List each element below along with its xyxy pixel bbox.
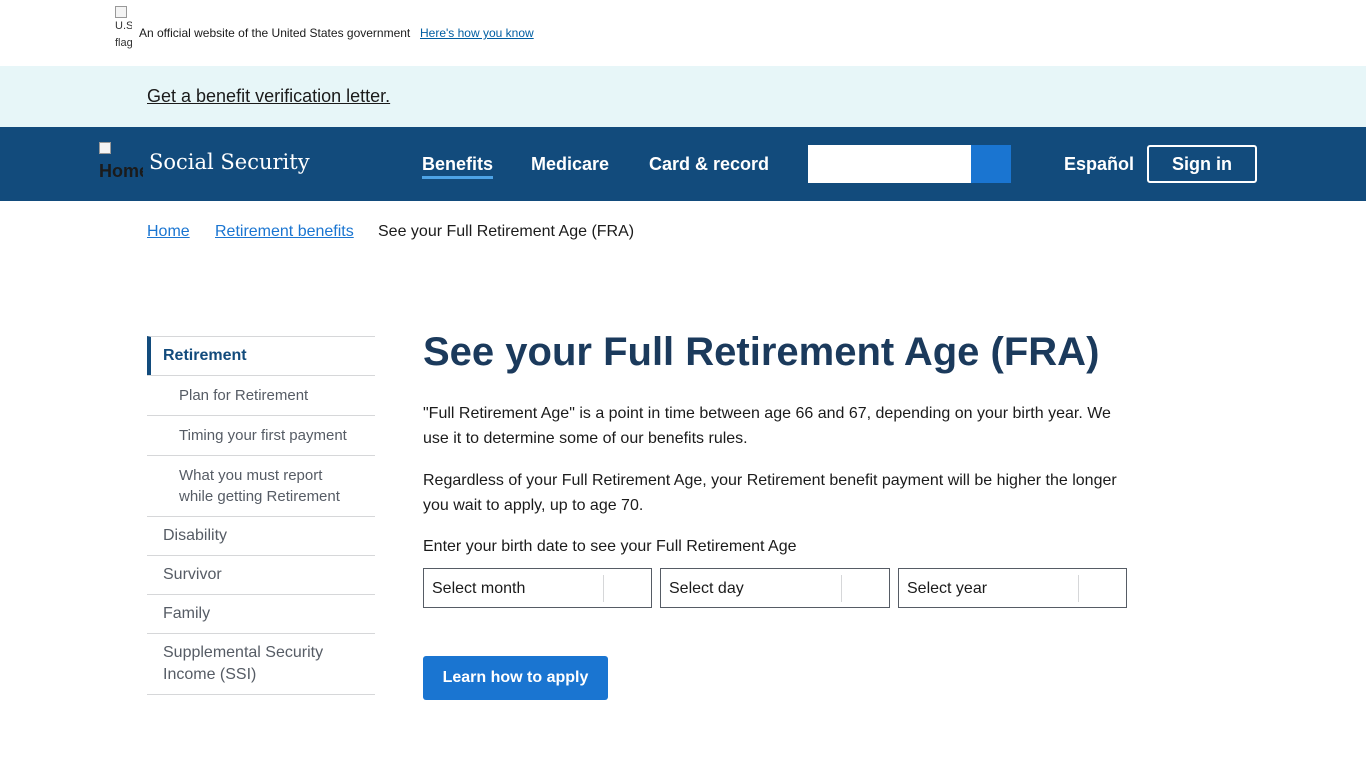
select-year-label: Select year xyxy=(907,580,988,597)
breadcrumb-current: See your Full Retirement Age (FRA) xyxy=(378,223,635,240)
benefit-paragraph: Regardless of your Full Retirement Age, … xyxy=(423,472,1117,514)
sidenav-item-ssi[interactable]: Supplemental Security Income (SSI) xyxy=(147,633,375,694)
sign-in-button[interactable]: Sign in xyxy=(1147,145,1257,183)
select-year[interactable]: Select year xyxy=(898,568,1127,608)
select-day-label: Select day xyxy=(669,580,744,597)
learn-how-to-apply-button[interactable]: Learn how to apply xyxy=(423,656,608,700)
breadcrumb-retirement-benefits[interactable]: Retirement benefits xyxy=(215,223,354,241)
select-day[interactable]: Select day xyxy=(660,568,890,608)
espanol-link[interactable]: Español xyxy=(1064,154,1134,175)
sidenav-divider xyxy=(147,694,375,695)
site-title[interactable]: Social Security xyxy=(149,150,310,174)
birth-date-prompt: Enter your birth date to see your Full R… xyxy=(423,538,797,555)
select-month-label: Select month xyxy=(432,580,526,597)
us-flag-icon: U.S. flag xyxy=(115,6,132,58)
select-divider xyxy=(1078,575,1079,602)
sidenav-item-timing-first-payment[interactable]: Timing your first payment xyxy=(147,415,375,455)
sidenav-item-retirement[interactable]: Retirement xyxy=(147,336,375,375)
heres-how-you-know-link[interactable]: Here's how you know xyxy=(420,26,534,40)
breadcrumb-home[interactable]: Home xyxy=(147,223,190,241)
broken-image-icon xyxy=(99,142,111,154)
side-nav: Retirement Plan for Retirement Timing yo… xyxy=(147,336,375,695)
flag-alt-text: U.S. flag xyxy=(115,20,132,49)
search-button[interactable] xyxy=(971,145,1011,183)
intro-paragraph: "Full Retirement Age" is a point in time… xyxy=(423,405,1111,447)
sidenav-item-disability[interactable]: Disability xyxy=(147,516,375,555)
select-divider xyxy=(841,575,842,602)
benefit-letter-link[interactable]: Get a benefit verification letter. xyxy=(147,86,390,107)
sidenav-item-family[interactable]: Family xyxy=(147,594,375,633)
nav-medicare[interactable]: Medicare xyxy=(531,154,609,175)
sidenav-item-what-you-must-report[interactable]: What you must report while getting Retir… xyxy=(147,455,375,516)
sidenav-item-survivor[interactable]: Survivor xyxy=(147,555,375,594)
nav-benefits[interactable]: Benefits xyxy=(422,154,494,179)
page-title: See your Full Retirement Age (FRA) xyxy=(423,330,1100,374)
select-month[interactable]: Select month xyxy=(423,568,652,608)
search-input[interactable] xyxy=(808,145,971,183)
logo-alt-text: Home xyxy=(99,161,143,181)
gov-banner-text: An official website of the United States… xyxy=(139,26,411,40)
select-divider xyxy=(603,575,604,602)
sidenav-item-plan-for-retirement[interactable]: Plan for Retirement xyxy=(147,375,375,415)
home-logo[interactable]: Home xyxy=(99,142,143,184)
nav-card-record[interactable]: Card & record xyxy=(649,154,769,175)
